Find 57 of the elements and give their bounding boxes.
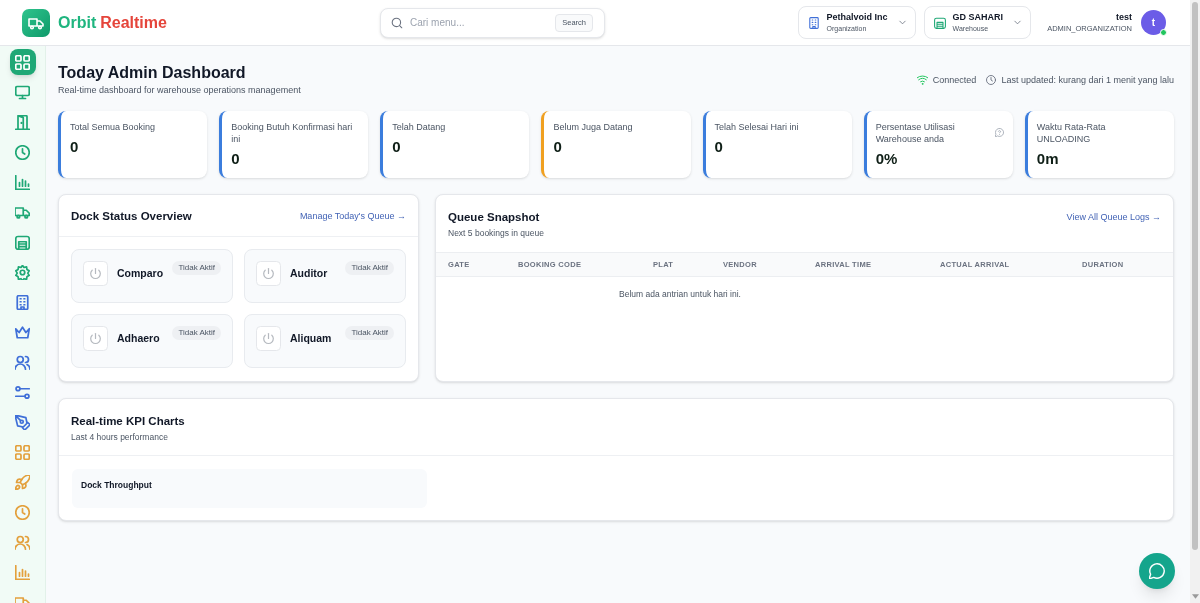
stat-value: 0 <box>231 150 241 168</box>
chat-bubble-icon <box>1149 563 1165 579</box>
brand-name: Realtime <box>100 12 167 33</box>
user-name: test <box>1116 11 1132 23</box>
stat-value: 0 <box>553 138 563 156</box>
dock-name: Comparo <box>117 267 164 280</box>
dock-name: Aliquam <box>290 332 332 345</box>
stat-label: Telah Selesai Hari ini <box>714 121 800 133</box>
manage-queue-link[interactable]: Manage Today's Queue → <box>299 209 406 222</box>
clock-icon <box>986 74 997 85</box>
panel-subtitle: Last 4 hours performance <box>71 432 169 443</box>
dock-status-badge: Tidak Aktif <box>345 326 394 340</box>
chevron-down-icon <box>897 18 907 27</box>
stat-value: 0 <box>70 138 80 156</box>
stat-label: Belum Juga Datang <box>553 121 634 133</box>
sidebar-button[interactable] <box>9 49 36 75</box>
panel-title: Dock Status Overview <box>71 208 192 223</box>
stat-label: Booking Butuh Konfirmasi hari ini <box>231 121 354 145</box>
stat-label: Total Semua Booking <box>70 121 157 133</box>
dock-status-badge: Tidak Aktif <box>172 261 221 275</box>
page-subtitle: Real-time dashboard for warehouse operations management <box>58 84 301 96</box>
scrollbar-thumb[interactable] <box>1192 2 1198 550</box>
truck-logo-icon <box>22 8 50 37</box>
stat-label: Persentase Utilisasi Warehouse anda <box>875 121 956 145</box>
chart-title: Dock Throughput <box>81 480 153 490</box>
view-queue-logs-link[interactable]: View All Queue Logs → <box>1066 211 1161 223</box>
panel-title: Queue Snapshot <box>448 210 541 224</box>
stat-value: 0m <box>1036 150 1060 168</box>
dock-status-badge: Tidak Aktif <box>172 326 221 340</box>
scroll-down-arrow-icon[interactable] <box>1191 594 1199 599</box>
brand-name: Orbit <box>58 12 97 33</box>
dock-status-badge: Tidak Aktif <box>345 261 394 275</box>
dock-card[interactable]: Comparo Tidak Aktif <box>71 249 233 303</box>
dock-card[interactable]: Auditor Tidak Aktif <box>244 249 406 303</box>
dock-name: Auditor <box>290 267 328 280</box>
page-title: Today Admin Dashboard <box>58 63 247 83</box>
building-icon <box>807 16 820 29</box>
chat-button[interactable] <box>1139 553 1175 589</box>
stat-label: Telah Datang <box>392 121 447 133</box>
chevron-down-icon <box>1013 18 1023 27</box>
stat-value: 0% <box>875 150 899 168</box>
warehouse-icon <box>933 16 946 29</box>
dock-card[interactable]: Adhaero Tidak Aktif <box>71 314 233 368</box>
user-avatar[interactable]: t <box>1141 10 1166 35</box>
stat-value: 0 <box>714 138 724 156</box>
panel-subtitle: Next 5 bookings in queue <box>448 228 544 239</box>
empty-queue-message: Belum ada antrian untuk hari ini. <box>619 289 742 300</box>
dock-card[interactable]: Aliquam Tidak Aktif <box>244 314 406 368</box>
grid-icon <box>15 54 30 70</box>
dock-name: Adhaero <box>117 332 160 345</box>
search-icon <box>391 16 403 29</box>
last-updated-text: Last updated: kurang dari 1 menit yang lalu <box>1001 73 1174 86</box>
stat-value: 0 <box>392 138 402 156</box>
stat-label: Waktu Rata-Rata UNLOADING <box>1036 121 1107 145</box>
panel-title: Real-time KPI Charts <box>71 414 186 428</box>
help-bubble-icon <box>994 128 1004 137</box>
connection-status: Connected <box>932 73 977 86</box>
